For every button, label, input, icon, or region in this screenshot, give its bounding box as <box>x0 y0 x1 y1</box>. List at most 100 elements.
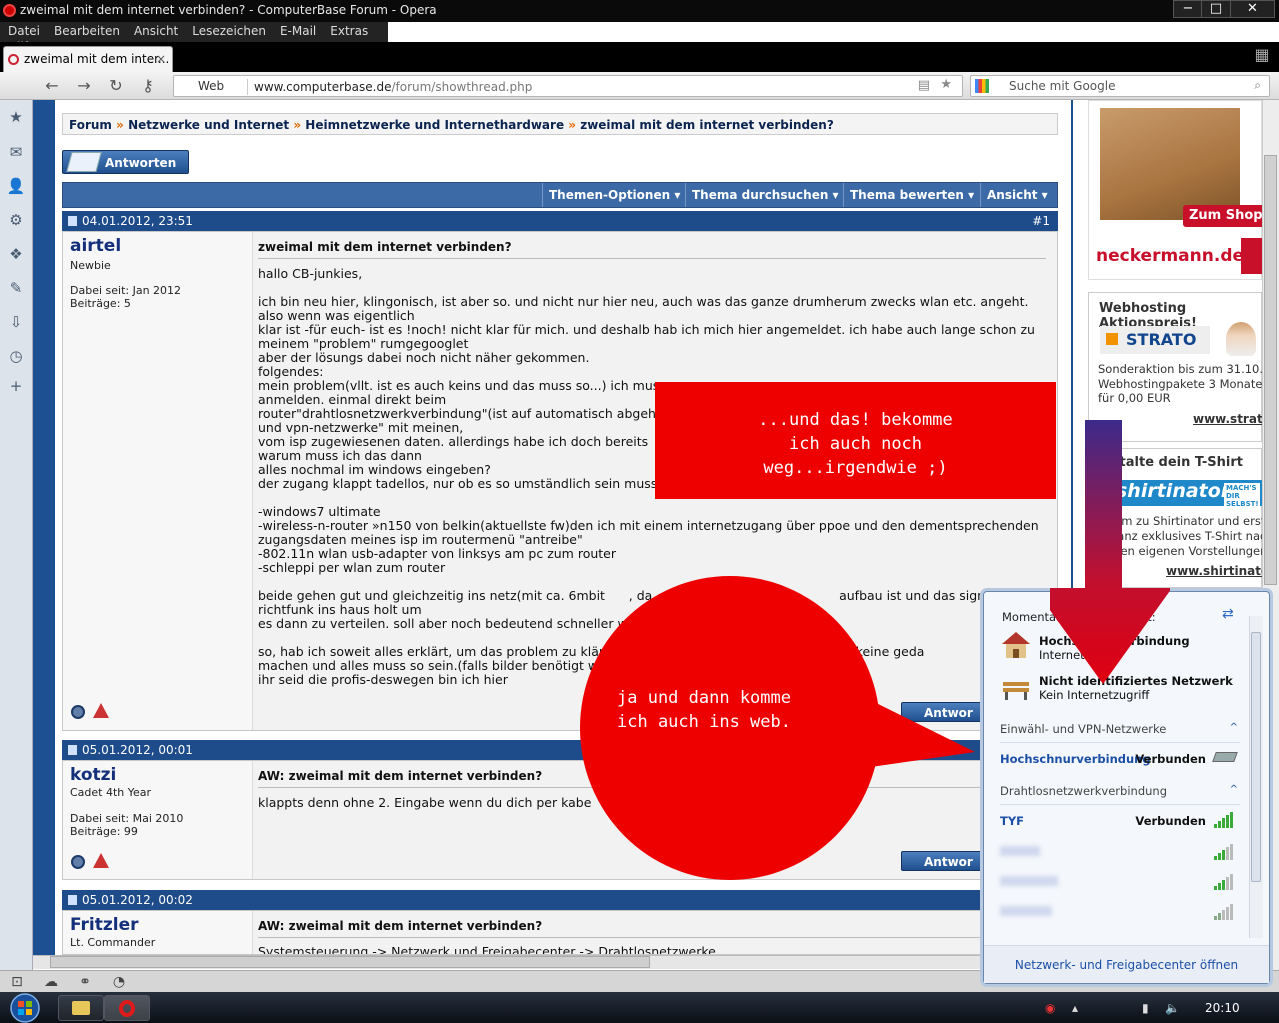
tray-arrow-icon[interactable]: ▴ <box>1072 1001 1078 1015</box>
add-panel-icon[interactable]: + <box>6 377 26 397</box>
search-icon[interactable]: ⌕ <box>1254 78 1261 93</box>
thread-tools-bar: Themen-Optionen ▾ Thema durchsuchen ▾ Th… <box>62 182 1058 208</box>
user-postcount: Beiträge: 99 <box>70 825 138 838</box>
minimize-button[interactable]: − <box>1173 0 1203 18</box>
taskbar-clock[interactable]: 20:10 <box>1205 1001 1240 1015</box>
tray-network-icon[interactable]: ▮ <box>1142 1001 1149 1015</box>
notes-icon[interactable]: ✎ <box>6 279 26 299</box>
tray-volume-icon[interactable]: 🔈 <box>1165 1001 1180 1015</box>
menu-lesezeichen[interactable]: Lesezeichen <box>184 22 272 38</box>
tab-thread[interactable]: zweimal mit dem inter... × <box>3 46 173 72</box>
menu-datei[interactable]: Datei <box>0 22 46 38</box>
hidden-network-row[interactable] <box>1000 904 1240 922</box>
contacts-icon[interactable]: 👤 <box>6 177 26 197</box>
folder-icon <box>72 1001 90 1015</box>
post-header: 05.01.2012, 00:01 <box>62 740 1058 760</box>
vertical-scroll-thumb[interactable] <box>1264 155 1277 585</box>
network-list-scroll-thumb[interactable] <box>1251 632 1261 882</box>
view-menu[interactable]: Ansicht ▾ <box>980 183 1056 207</box>
widgets-icon[interactable]: ❖ <box>6 245 26 265</box>
strato-logo-icon <box>1106 333 1118 345</box>
downloads-icon[interactable]: ⇩ <box>6 313 26 333</box>
menu-extras[interactable]: Extras <box>322 22 374 38</box>
username[interactable]: kotzi <box>70 765 116 785</box>
rss-icon[interactable]: ▤ <box>918 78 930 93</box>
open-network-center-link[interactable]: Netzwerk- und Freigabecenter öffnen <box>984 945 1269 983</box>
menu-bearbeiten[interactable]: Bearbeiten <box>46 22 126 38</box>
close-window-button[interactable]: ✕ <box>1230 0 1275 18</box>
connection-2-detail: Kein Internetzugriff <box>1039 688 1150 702</box>
refresh-icon[interactable]: ⇄ <box>1222 606 1234 622</box>
settings-gear-icon[interactable]: ⚙ <box>6 211 26 231</box>
taskbar <box>0 992 1279 1023</box>
wireless-section-header[interactable]: Drahtlosnetzwerkverbindung ^ <box>1000 784 1240 805</box>
breadcrumb-netzwerke[interactable]: Netzwerke und Internet <box>128 118 289 132</box>
collapse-chevron-icon[interactable]: ^ <box>1230 722 1238 733</box>
thread-options-menu[interactable]: Themen-Optionen ▾ <box>542 183 688 207</box>
search-field[interactable]: Suche mit Google ⌕ <box>970 75 1270 97</box>
neckermann-logo-icon <box>1241 238 1263 274</box>
post-icon <box>68 895 77 905</box>
blurred-network-name <box>1000 846 1040 856</box>
dialup-section-header[interactable]: Einwähl- und VPN-Netzwerke ^ <box>1000 722 1240 743</box>
bookmarks-icon[interactable]: ★ <box>6 108 26 128</box>
user-rank: Lt. Commander <box>70 936 156 949</box>
ad-person-image <box>1226 322 1256 356</box>
redacted-bar <box>178 45 723 69</box>
forward-icon[interactable]: → <box>74 76 94 96</box>
search-placeholder: Suche mit Google <box>1009 79 1116 93</box>
reply-button[interactable]: Antworten <box>62 150 189 174</box>
tray-app-icon[interactable]: ◉ <box>1045 1001 1055 1015</box>
username[interactable]: airtel <box>70 236 121 256</box>
post-userinfo: Fritzler Lt. Commander <box>63 911 253 954</box>
explorer-taskbar-button[interactable] <box>58 995 104 1021</box>
rate-thread-menu[interactable]: Thema bewerten ▾ <box>843 183 982 207</box>
panel-toggle-icon[interactable]: ⊡ <box>8 974 26 990</box>
post-userinfo: airtel Newbie Dabei seit: Jan 2012 Beitr… <box>63 232 253 730</box>
opera-turbo-icon[interactable]: ☁ <box>42 974 60 990</box>
reload-icon[interactable]: ↻ <box>106 76 126 96</box>
maximize-button[interactable]: □ <box>1201 0 1231 18</box>
mail-icon[interactable]: ✉ <box>6 143 26 163</box>
history-icon[interactable]: ◷ <box>6 347 26 367</box>
url-host: www.computerbase.de <box>254 80 392 94</box>
address-field[interactable]: Web www.computerbase.de/forum/showthread… <box>173 75 963 97</box>
menu-ansicht[interactable]: Ansicht <box>126 22 184 38</box>
breadcrumb-forum[interactable]: Forum <box>69 118 112 132</box>
wireless-connection-row[interactable]: TYF Verbunden <box>1000 812 1240 828</box>
menu-email[interactable]: E-Mail <box>272 22 322 38</box>
strato-logo-text: STRATO <box>1126 330 1197 349</box>
dialup-connection-row[interactable]: Hochschnurverbindung Verbunden <box>1000 752 1240 766</box>
post-number[interactable]: #1 <box>1032 214 1050 228</box>
search-thread-menu[interactable]: Thema durchsuchen ▾ <box>685 183 847 207</box>
user-joined: Dabei seit: Jan 2012 <box>70 284 182 297</box>
post-header: 04.01.2012, 23:51 #1 <box>62 211 1058 231</box>
report-warning-icon[interactable] <box>93 853 109 868</box>
park-bench-icon <box>1003 682 1029 700</box>
opera-taskbar-button[interactable] <box>104 995 150 1021</box>
report-warning-icon[interactable] <box>93 703 109 718</box>
tab-close-icon[interactable]: × <box>156 52 166 66</box>
breadcrumb-heimnetzwerke[interactable]: Heimnetzwerke und Internethardware <box>305 118 564 132</box>
post-actions <box>69 703 129 723</box>
speed-dial-icon[interactable]: ◔ <box>110 974 128 990</box>
zum-shop-button[interactable]: Zum Shop <box>1183 205 1263 227</box>
username[interactable]: Fritzler <box>70 915 139 935</box>
tab-list-icon[interactable]: ▦ <box>1250 45 1274 69</box>
signal-strength-icon <box>1214 812 1236 828</box>
hidden-network-row[interactable] <box>1000 874 1240 892</box>
strato-logo: STRATO <box>1100 326 1210 354</box>
post-2: kotzi Cadet 4th Year Dabei seit: Mai 201… <box>62 760 1058 880</box>
back-icon[interactable]: ← <box>42 76 62 96</box>
post-divider <box>258 258 1046 259</box>
hidden-network-row[interactable] <box>1000 844 1240 862</box>
wand-key-icon[interactable]: ⚷ <box>138 76 158 96</box>
bookmark-star-icon[interactable]: ★ <box>940 77 952 92</box>
horizontal-scroll-thumb[interactable] <box>50 956 650 968</box>
start-button-icon[interactable] <box>3 992 47 1023</box>
dialup-section-label: Einwähl- und VPN-Netzwerke <box>1000 722 1167 736</box>
opera-unite-icon[interactable]: ⚭ <box>76 974 94 990</box>
window-titlebar: zweimal mit dem internet verbinden? - Co… <box>0 0 1279 22</box>
opera-icon <box>119 1000 135 1017</box>
collapse-chevron-icon[interactable]: ^ <box>1230 784 1238 795</box>
